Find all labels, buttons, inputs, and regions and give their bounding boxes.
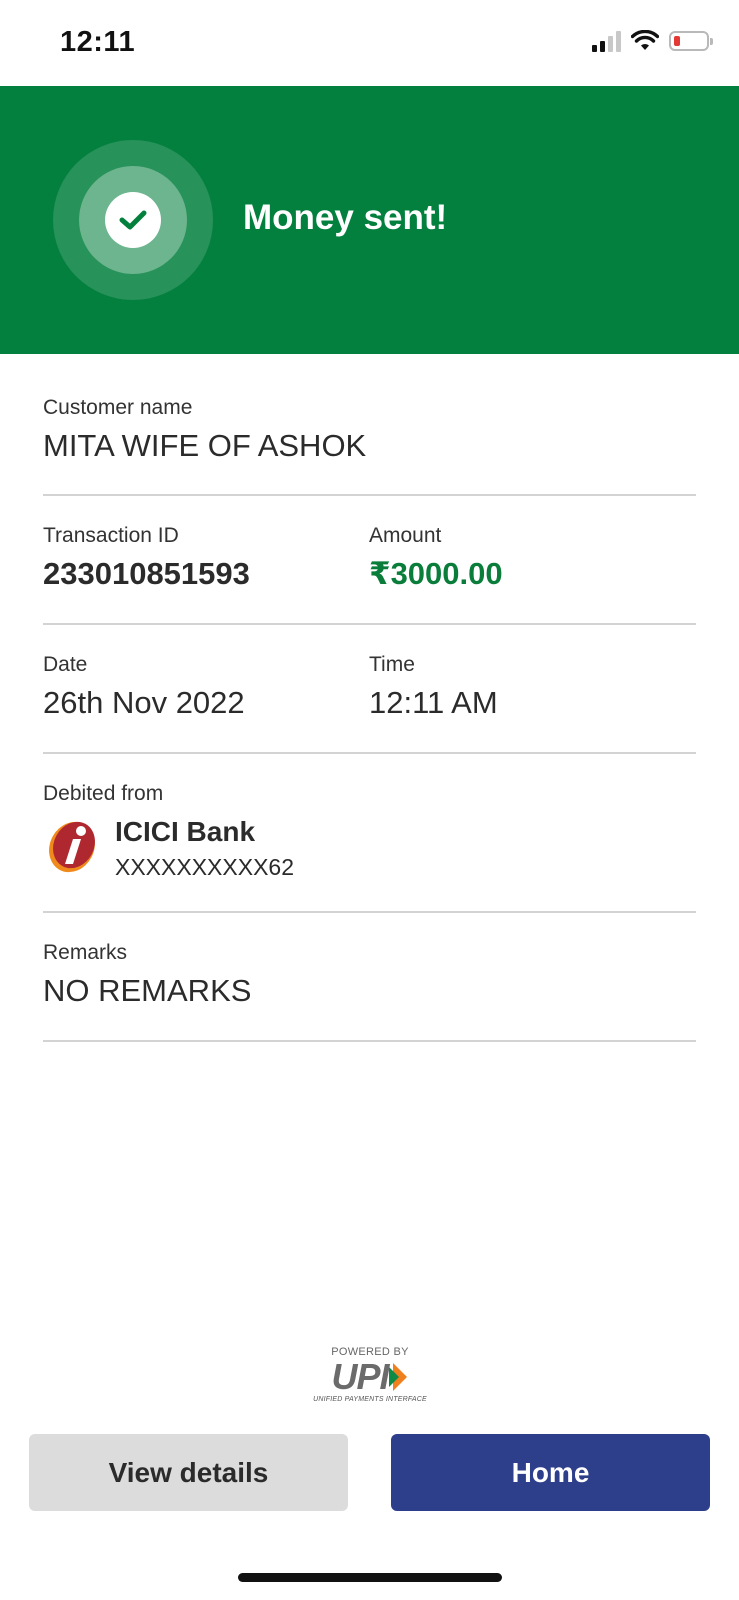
date-label: Date xyxy=(43,653,88,676)
upi-subtitle: UNIFIED PAYMENTS INTERFACE xyxy=(313,1396,427,1403)
status-time: 12:11 xyxy=(60,26,136,58)
remarks-value: NO REMARKS xyxy=(43,973,252,1008)
upi-branding: POWERED BY UPI UNIFIED PAYMENTS INTERFAC… xyxy=(310,1346,430,1403)
success-header: Money sent! xyxy=(0,86,739,354)
upi-wordmark: UPI xyxy=(331,1356,389,1397)
time-value: 12:11 AM xyxy=(369,685,498,720)
remarks-label: Remarks xyxy=(43,941,128,964)
bank-account-row: ICICI Bank XXXXXXXXXX62 xyxy=(43,816,696,881)
transaction-section: Transaction ID 233010851593 Amount ₹3000… xyxy=(43,524,696,625)
debited-from-label: Debited from xyxy=(43,782,164,805)
amount-value: ₹3000.00 xyxy=(369,556,503,591)
upi-logo: UPI xyxy=(310,1359,430,1395)
bank-account-number: XXXXXXXXXX62 xyxy=(115,854,294,880)
wifi-icon xyxy=(631,30,659,50)
upi-arrow-icon xyxy=(388,1363,407,1391)
datetime-section: Date 26th Nov 2022 Time 12:11 AM xyxy=(43,653,696,754)
status-icons xyxy=(592,30,713,52)
date-value: 26th Nov 2022 xyxy=(43,685,245,720)
customer-name-value: MITA WIFE OF ASHOK xyxy=(43,428,367,463)
home-indicator[interactable] xyxy=(238,1573,502,1582)
transaction-id-label: Transaction ID xyxy=(43,524,179,547)
icici-bank-logo xyxy=(49,821,95,873)
status-bar: 12:11 xyxy=(0,0,739,86)
time-label: Time xyxy=(369,653,415,676)
success-icon-halo xyxy=(53,140,213,300)
bank-name: ICICI Bank xyxy=(115,816,256,847)
check-circle-icon xyxy=(105,192,161,248)
amount-label: Amount xyxy=(369,524,442,547)
cellular-signal-icon xyxy=(592,30,621,52)
home-button[interactable]: Home xyxy=(391,1434,710,1511)
view-details-button[interactable]: View details xyxy=(29,1434,348,1511)
debited-section: Debited from ICICI Bank XXXXXXXXXX62 xyxy=(43,782,696,913)
battery-low-icon xyxy=(669,31,713,51)
remarks-section: Remarks NO REMARKS xyxy=(43,941,696,1042)
customer-name-label: Customer name xyxy=(43,396,193,419)
transaction-id-value: 233010851593 xyxy=(43,556,250,591)
customer-section: Customer name MITA WIFE OF ASHOK xyxy=(43,396,696,496)
success-title: Money sent! xyxy=(243,198,448,237)
